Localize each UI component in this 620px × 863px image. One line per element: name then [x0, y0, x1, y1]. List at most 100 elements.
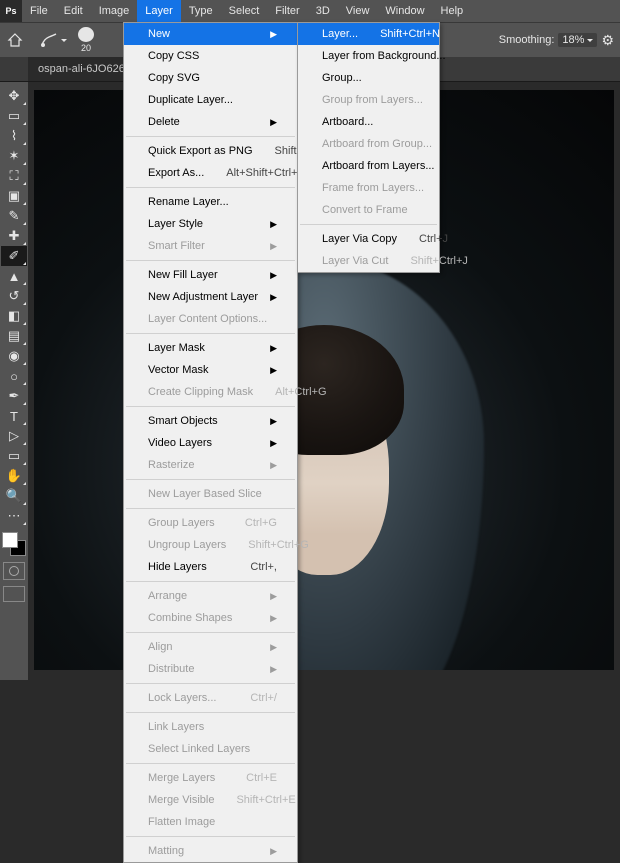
menu-item-artboard[interactable]: Artboard... — [298, 111, 439, 133]
menu-layer[interactable]: Layer — [137, 0, 181, 22]
menu-view[interactable]: View — [338, 0, 378, 22]
eyedropper-tool[interactable]: ✎ — [1, 206, 27, 226]
menu-item-label: Rename Layer... — [148, 196, 229, 208]
menu-item-convert-to-frame: Convert to Frame — [298, 199, 439, 221]
menu-item-label: New — [148, 28, 170, 40]
menu-item-shortcut: Alt+Ctrl+G — [275, 386, 326, 398]
tools-panel: ✥▭⌇✶⛶▣✎✚✐▲↺◧▤◉○✒T▷▭✋🔍⋯ — [0, 82, 28, 680]
menu-item-label: Smart Filter — [148, 240, 205, 252]
more-tools[interactable]: ⋯ — [1, 506, 27, 526]
menu-separator — [300, 224, 437, 225]
menu-item-smart-objects[interactable]: Smart Objects▶ — [124, 410, 297, 432]
rectangle-tool[interactable]: ▭ — [1, 446, 27, 466]
history-brush-tool[interactable]: ↺ — [1, 286, 27, 306]
menu-item-quick-export-as-png[interactable]: Quick Export as PNGShift+Ctrl+' — [124, 140, 297, 162]
menu-item-layer[interactable]: Layer...Shift+Ctrl+N — [298, 23, 439, 45]
menu-separator — [126, 333, 295, 334]
menu-item-copy-svg[interactable]: Copy SVG — [124, 67, 297, 89]
menu-item-shortcut: Ctrl+G — [245, 517, 277, 529]
menu-item-matting: Matting▶ — [124, 840, 297, 862]
menu-item-new-adjustment-layer[interactable]: New Adjustment Layer▶ — [124, 286, 297, 308]
app-logo: Ps — [0, 0, 22, 22]
type-tool[interactable]: T — [1, 406, 27, 426]
smoothing-value[interactable]: 18% — [558, 33, 597, 47]
menu-separator — [126, 581, 295, 582]
menu-item-shortcut: Ctrl+E — [246, 772, 277, 784]
clone-stamp-tool[interactable]: ▲ — [1, 266, 27, 286]
gradient-tool[interactable]: ▤ — [1, 326, 27, 346]
menu-item-hide-layers[interactable]: Hide LayersCtrl+, — [124, 556, 297, 578]
brush-tool[interactable]: ✐ — [1, 246, 27, 266]
zoom-tool[interactable]: 🔍 — [1, 486, 27, 506]
menu-item-shortcut: Shift+Ctrl+G — [248, 539, 309, 551]
menu-item-artboard-from-layers[interactable]: Artboard from Layers... — [298, 155, 439, 177]
menu-type[interactable]: Type — [181, 0, 221, 22]
menu-item-shortcut: Ctrl+J — [419, 233, 448, 245]
menu-item-new[interactable]: New▶ — [124, 23, 297, 45]
menu-image[interactable]: Image — [91, 0, 138, 22]
menu-item-label: Copy CSS — [148, 50, 199, 62]
menu-item-vector-mask[interactable]: Vector Mask▶ — [124, 359, 297, 381]
menu-edit[interactable]: Edit — [56, 0, 91, 22]
lasso-tool[interactable]: ⌇ — [1, 126, 27, 146]
home-icon[interactable] — [6, 31, 24, 49]
menu-item-rename-layer[interactable]: Rename Layer... — [124, 191, 297, 213]
frame-tool[interactable]: ▣ — [1, 186, 27, 206]
pen-tool[interactable]: ✒ — [1, 386, 27, 406]
menu-item-delete[interactable]: Delete▶ — [124, 111, 297, 133]
menu-item-label: Align — [148, 641, 172, 653]
menu-separator — [126, 836, 295, 837]
menu-window[interactable]: Window — [377, 0, 432, 22]
menu-item-label: Rasterize — [148, 459, 194, 471]
menu-separator — [126, 406, 295, 407]
menu-item-layer-style[interactable]: Layer Style▶ — [124, 213, 297, 235]
hand-tool[interactable]: ✋ — [1, 466, 27, 486]
dodge-tool[interactable]: ○ — [1, 366, 27, 386]
gear-icon[interactable]: ⚙ — [601, 32, 614, 49]
healing-brush-tool[interactable]: ✚ — [1, 226, 27, 246]
path-select-tool[interactable]: ▷ — [1, 426, 27, 446]
menu-item-layer-mask[interactable]: Layer Mask▶ — [124, 337, 297, 359]
quick-select-tool[interactable]: ✶ — [1, 146, 27, 166]
menu-item-label: Layer Content Options... — [148, 313, 267, 325]
eraser-tool[interactable]: ◧ — [1, 306, 27, 326]
menu-item-label: Matting — [148, 845, 184, 857]
menu-item-label: Layer Via Cut — [322, 255, 388, 267]
screen-mode[interactable] — [3, 586, 25, 602]
submenu-arrow-icon: ▶ — [270, 241, 277, 252]
menu-select[interactable]: Select — [221, 0, 268, 22]
menu-item-layer-content-options: Layer Content Options... — [124, 308, 297, 330]
menu-item-label: Layer... — [322, 28, 358, 40]
menu-item-group-layers: Group LayersCtrl+G — [124, 512, 297, 534]
quick-mask-mode[interactable] — [3, 562, 25, 580]
menu-item-group[interactable]: Group... — [298, 67, 439, 89]
menu-filter[interactable]: Filter — [267, 0, 307, 22]
menu-item-shortcut: Ctrl+/ — [250, 692, 277, 704]
brush-size-preview[interactable]: 20 — [71, 27, 101, 53]
menu-separator — [126, 479, 295, 480]
menu-item-copy-css[interactable]: Copy CSS — [124, 45, 297, 67]
menu-item-label: Layer from Background... — [322, 50, 446, 62]
color-swatches[interactable] — [2, 532, 26, 556]
menu-item-duplicate-layer[interactable]: Duplicate Layer... — [124, 89, 297, 111]
crop-tool[interactable]: ⛶ — [1, 166, 27, 186]
marquee-tool[interactable]: ▭ — [1, 106, 27, 126]
menu-3d[interactable]: 3D — [308, 0, 338, 22]
menu-item-merge-layers: Merge LayersCtrl+E — [124, 767, 297, 789]
menu-separator — [126, 508, 295, 509]
menu-item-layer-from-background[interactable]: Layer from Background... — [298, 45, 439, 67]
brush-preset-picker[interactable] — [40, 32, 67, 48]
menu-item-new-layer-based-slice: New Layer Based Slice — [124, 483, 297, 505]
menu-help[interactable]: Help — [433, 0, 472, 22]
menu-item-layer-via-copy[interactable]: Layer Via CopyCtrl+J — [298, 228, 439, 250]
menu-separator — [126, 136, 295, 137]
menu-item-label: Artboard from Layers... — [322, 160, 435, 172]
menu-item-video-layers[interactable]: Video Layers▶ — [124, 432, 297, 454]
menu-item-artboard-from-group: Artboard from Group... — [298, 133, 439, 155]
blur-tool[interactable]: ◉ — [1, 346, 27, 366]
menu-item-export-as[interactable]: Export As...Alt+Shift+Ctrl+' — [124, 162, 297, 184]
menu-file[interactable]: File — [22, 0, 56, 22]
menu-item-new-fill-layer[interactable]: New Fill Layer▶ — [124, 264, 297, 286]
menu-item-label: Quick Export as PNG — [148, 145, 253, 157]
move-tool[interactable]: ✥ — [1, 86, 27, 106]
